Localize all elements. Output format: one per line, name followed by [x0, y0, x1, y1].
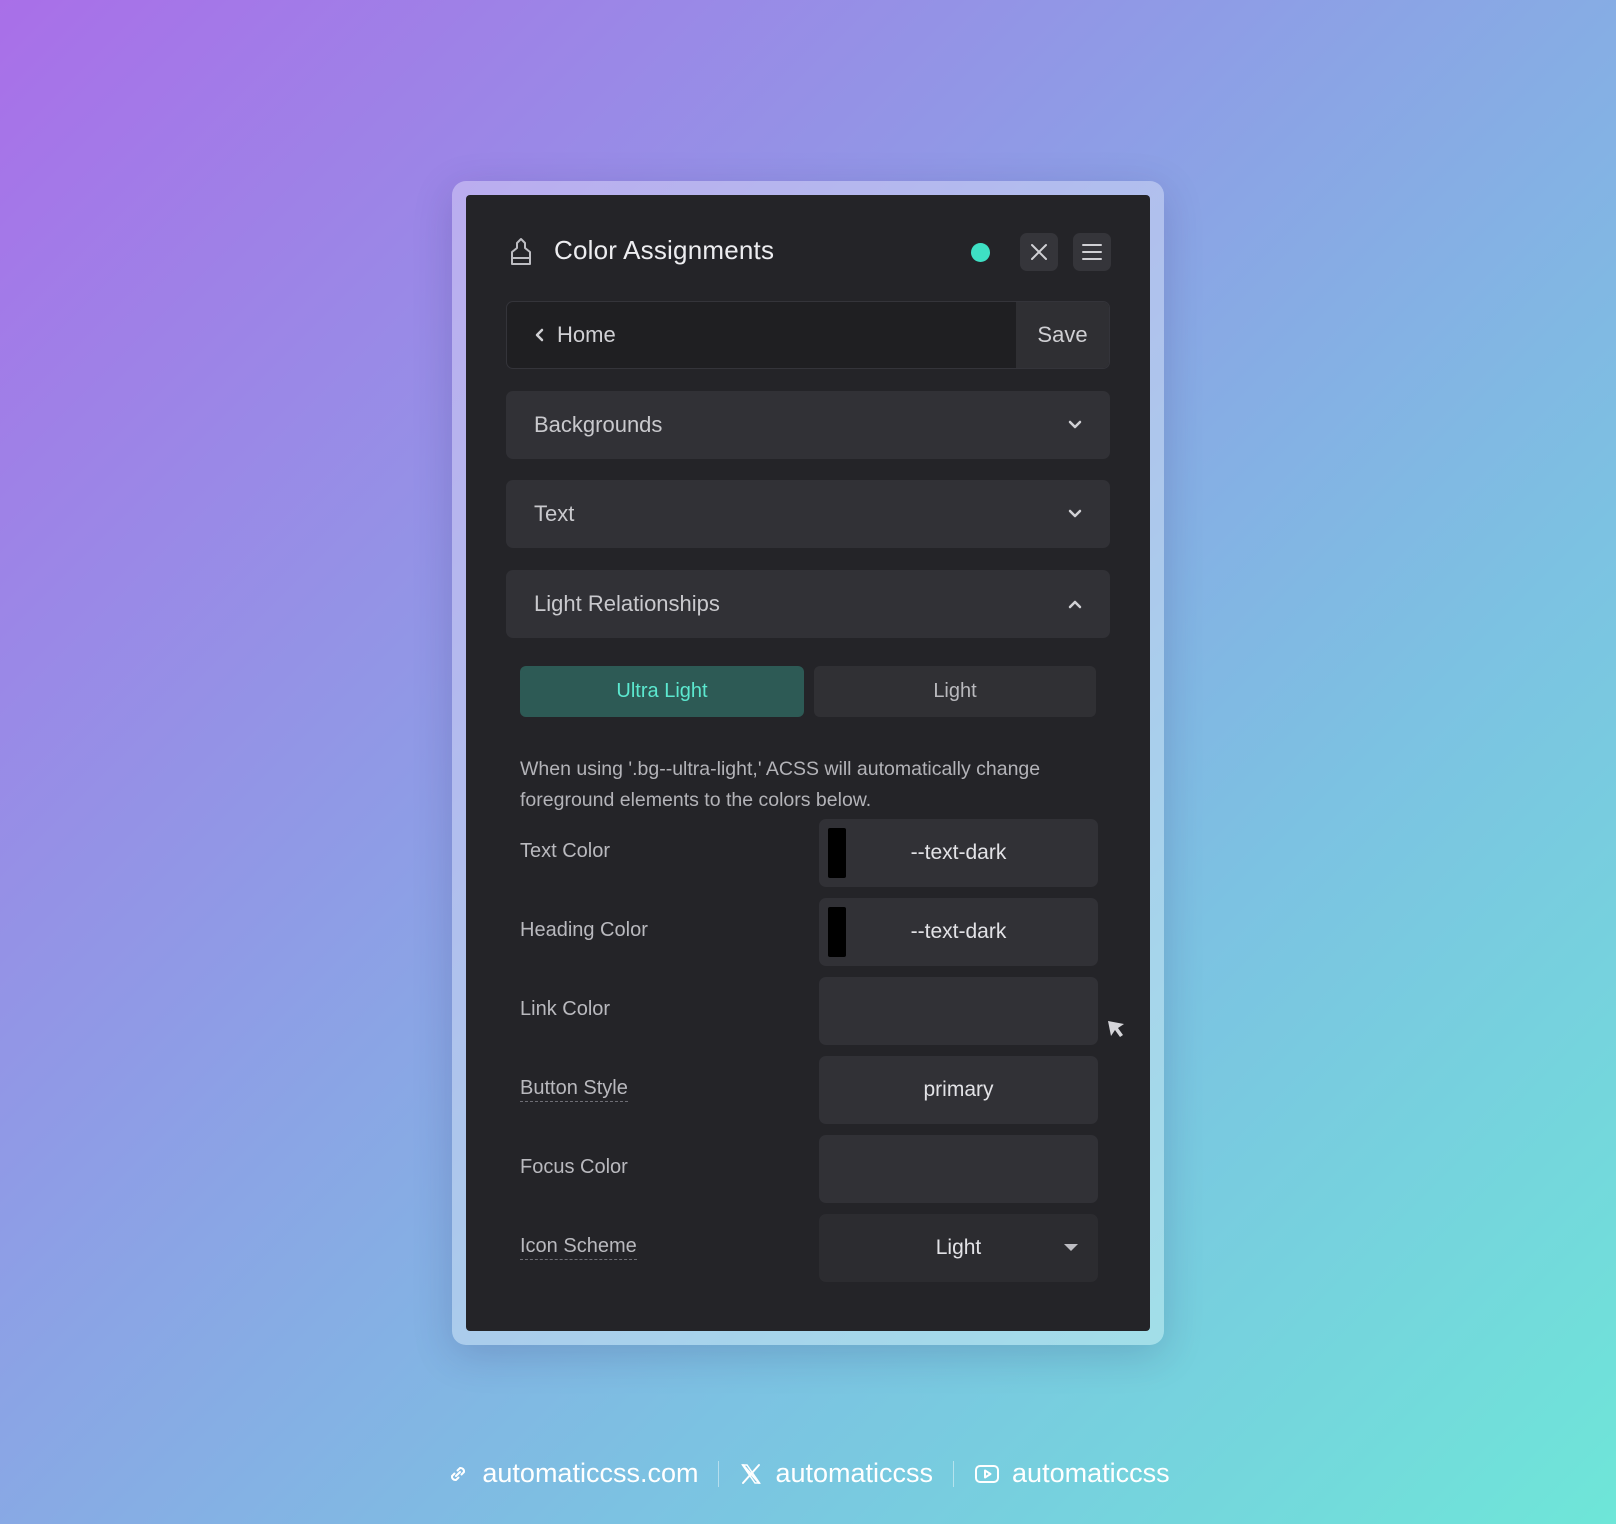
field-value: primary: [923, 1078, 994, 1101]
nav-bar: Home Save: [506, 301, 1110, 369]
footer: automaticcss.com automaticcss automaticc…: [0, 1458, 1616, 1489]
focus-color-field[interactable]: [819, 1135, 1098, 1203]
heading-color-label: Heading Color: [520, 919, 648, 941]
back-label: Home: [557, 322, 616, 347]
section-label: Light Relationships: [534, 591, 720, 616]
back-home-button[interactable]: Home: [507, 302, 1017, 368]
x-logo-icon: [741, 1463, 762, 1484]
close-icon: [1031, 244, 1047, 260]
menu-button[interactable]: [1073, 233, 1111, 271]
close-button[interactable]: [1020, 233, 1058, 271]
section-label: Text: [534, 501, 575, 526]
link-color-label: Link Color: [520, 998, 611, 1020]
section-text[interactable]: Text: [506, 480, 1110, 548]
footer-divider: [718, 1460, 720, 1487]
button-style-label-text: Button Style: [520, 1077, 628, 1102]
hamburger-icon: [1082, 244, 1102, 260]
footer-x-link[interactable]: automaticcss: [739, 1458, 933, 1489]
tab-light[interactable]: Light: [814, 666, 1096, 717]
section-label: Backgrounds: [534, 412, 663, 437]
chevron-left-icon: [535, 328, 544, 342]
field-value: --text-dark: [910, 920, 1007, 943]
text-color-label: Text Color: [520, 840, 611, 862]
section-light-relationships[interactable]: Light Relationships: [506, 570, 1110, 638]
footer-website: automaticcss.com: [482, 1458, 699, 1488]
panel-title: Color Assignments: [554, 235, 775, 265]
footer-x-handle: automaticcss: [775, 1458, 934, 1488]
color-swatch: [828, 828, 846, 878]
icon-scheme-label: Icon Scheme: [520, 1235, 637, 1260]
footer-youtube-link[interactable]: automaticcss: [974, 1458, 1170, 1489]
field-value: Light: [935, 1236, 982, 1259]
tab-ultra-light[interactable]: Ultra Light: [520, 666, 804, 717]
link-color-field[interactable]: [819, 977, 1098, 1045]
pin-icon[interactable]: [1105, 1018, 1127, 1040]
heading-color-field[interactable]: --text-dark: [819, 898, 1098, 966]
icon-scheme-select[interactable]: Light: [819, 1214, 1098, 1282]
chevron-up-icon: [1068, 600, 1082, 609]
icon-scheme-label-text: Icon Scheme: [520, 1235, 637, 1260]
section-backgrounds[interactable]: Backgrounds: [506, 391, 1110, 459]
caret-down-icon: [1064, 1244, 1078, 1251]
button-style-field[interactable]: primary: [819, 1056, 1098, 1124]
footer-youtube-handle: automaticcss: [1012, 1458, 1170, 1488]
youtube-icon: [975, 1464, 1000, 1483]
text-color-field[interactable]: --text-dark: [819, 819, 1098, 887]
button-style-label: Button Style: [520, 1077, 628, 1102]
status-indicator: [971, 243, 990, 262]
chevron-down-icon: [1068, 420, 1082, 429]
color-swatch: [828, 907, 846, 957]
paint-bucket-icon: [508, 237, 534, 267]
link-icon: [451, 1466, 466, 1481]
color-assignments-panel: Color Assignments Home Save Backgrounds …: [466, 195, 1150, 1331]
footer-website-link[interactable]: automaticcss.com: [446, 1458, 698, 1489]
save-button[interactable]: Save: [1016, 302, 1109, 368]
chevron-down-icon: [1068, 509, 1082, 518]
footer-divider: [953, 1460, 955, 1487]
section-description: When using '.bg--ultra-light,' ACSS will…: [520, 758, 1041, 811]
focus-color-label: Focus Color: [520, 1156, 628, 1178]
field-value: --text-dark: [910, 841, 1007, 864]
